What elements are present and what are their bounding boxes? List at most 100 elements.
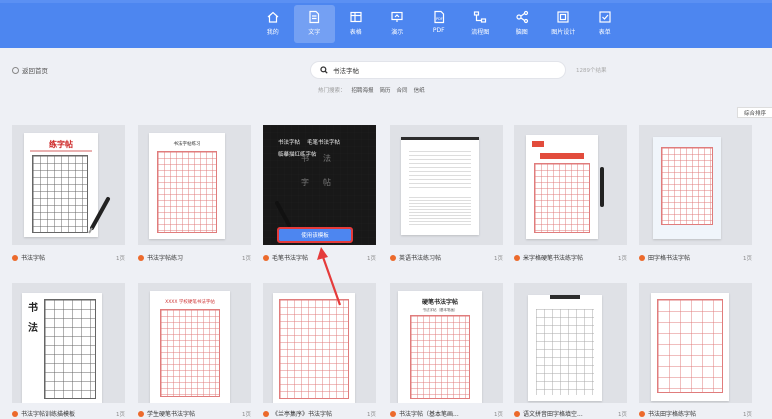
topbar-highlight <box>0 0 772 3</box>
card-caption: 米字格硬笔书法练字帖 1页 <box>514 253 627 262</box>
paper-preview <box>528 295 602 401</box>
tab-label: 我的 <box>266 29 279 36</box>
card-caption: 书法字帖训练描模板 1页 <box>12 409 125 418</box>
hot-keyword[interactable]: 信纸 <box>414 86 425 94</box>
paper-preview: 练字帖 <box>24 133 98 237</box>
template-thumbnail[interactable]: 硬笔书法字帖 书法字帖（基本笔画） <box>390 283 503 403</box>
clip-bar <box>550 295 580 299</box>
card-pages: 1页 <box>242 411 251 418</box>
card-pages: 1页 <box>618 411 627 418</box>
paper-preview: XXXX 学校硬笔书法字帖 <box>150 291 230 403</box>
back-icon <box>12 66 19 74</box>
card-caption: 书法字帖练习 1页 <box>138 253 251 262</box>
tab-mindmap[interactable]: 脑图 <box>501 5 543 43</box>
thumb-divider <box>30 150 92 152</box>
paper-preview <box>651 293 729 401</box>
writing-grid <box>157 151 217 233</box>
thumb-big-2: 法 <box>28 323 38 334</box>
tab-flowchart[interactable]: 流程图 <box>460 5 502 43</box>
thumb-big-3: 字 <box>301 178 309 187</box>
hot-keyword[interactable]: 简历 <box>380 86 391 94</box>
writing-grid <box>534 163 590 233</box>
result-count: 1289个结果 <box>576 68 607 74</box>
card-pages: 1页 <box>367 411 376 418</box>
template-thumbnail[interactable] <box>390 125 503 245</box>
tab-label: 表格 <box>349 29 362 36</box>
template-thumbnail[interactable] <box>514 283 627 403</box>
svg-text:PDF: PDF <box>436 17 443 21</box>
card-caption: 学生硬笔书法字帖 1页 <box>138 409 251 418</box>
card-title: 英语书法练习帖 <box>399 255 442 262</box>
tab-home[interactable]: 我的 <box>252 5 294 43</box>
template-thumbnail[interactable]: 书 法 <box>12 283 125 403</box>
template-thumbnail[interactable] <box>514 125 627 245</box>
card-title: 书法字帖 <box>21 255 46 262</box>
template-thumbnail[interactable]: 书法字帖练习 <box>138 125 251 245</box>
template-thumbnail[interactable] <box>639 283 752 403</box>
card-title: 书法字帖训练描模板 <box>21 411 76 418</box>
search-input[interactable] <box>333 66 533 74</box>
thumb-big-4: 帖 <box>323 178 331 187</box>
doc-type-icon <box>390 410 396 417</box>
mindmap-icon <box>516 10 528 24</box>
template-thumbnail[interactable]: 书法字帖 毛笔书法字帖 临摹描红练字帖 书 法 字 帖 使用该模板 <box>263 125 376 245</box>
paper-preview <box>653 137 721 239</box>
thumb-title: XXXX 学校硬笔书法字帖 <box>165 300 215 305</box>
tab-table[interactable]: 表格 <box>335 5 377 43</box>
card-title: 米字格硬笔书法练字帖 <box>523 255 584 262</box>
thumb-word-2: 毛笔书法字帖 <box>307 140 341 146</box>
card-title: 书法字帖练习 <box>147 255 184 262</box>
tab-label: 文字 <box>308 29 321 36</box>
paper-preview <box>273 293 355 403</box>
tab-presentation[interactable]: 演示 <box>377 5 419 43</box>
card-title: 语文拼音田字格填空... <box>523 411 583 418</box>
template-thumbnail[interactable]: 练字帖 <box>12 125 125 245</box>
card-pages: 1页 <box>743 255 752 262</box>
doc-type-icon <box>138 254 144 261</box>
pdf-icon: PDF <box>434 10 444 24</box>
tab-document[interactable]: 文字 <box>293 5 335 43</box>
card-pages: 1页 <box>116 411 125 418</box>
writing-grid <box>44 299 96 399</box>
tab-image-design[interactable]: 图片设计 <box>543 5 585 43</box>
paper-preview <box>526 135 598 239</box>
home-icon <box>267 11 279 23</box>
clip-bar <box>401 137 479 140</box>
tab-label: 图片设计 <box>551 29 576 36</box>
hot-search-bar: 热门搜索： 招聘海报 简历 合同 信纸 <box>318 86 425 94</box>
template-thumbnail[interactable] <box>263 283 376 403</box>
card-caption: 田字格书法字帖 1页 <box>639 253 752 262</box>
doc-type-icon <box>263 254 269 261</box>
card-caption: 书法字帖（基本笔画... 1页 <box>390 409 503 418</box>
tab-form[interactable]: 表单 <box>584 5 626 43</box>
text-lines <box>409 197 471 227</box>
tab-label: 表单 <box>598 29 611 36</box>
thumb-word-3: 临摹描红练字帖 <box>278 152 317 158</box>
use-template-button[interactable]: 使用该模板 <box>277 227 353 243</box>
tab-label: 演示 <box>391 29 404 36</box>
sort-dropdown[interactable]: 综合排序 <box>737 107 772 118</box>
app-tabs: 我的 文字 表格 演示 PDF PDF 流程图 脑图 图片设计 表单 <box>252 5 626 43</box>
template-thumbnail[interactable] <box>639 125 752 245</box>
template-thumbnail[interactable]: XXXX 学校硬笔书法字帖 <box>138 283 251 403</box>
card-title: 毛笔书法字帖 <box>272 255 309 262</box>
text-lines <box>409 151 471 191</box>
thumb-title: 书法字帖练习 <box>173 142 201 147</box>
card-title: 书法字帖（基本笔画... <box>399 411 459 418</box>
thumb-big-1: 书 <box>28 303 38 314</box>
tab-pdf[interactable]: PDF PDF <box>418 5 460 43</box>
writing-grid <box>32 155 88 233</box>
thumb-big-2: 法 <box>323 154 331 163</box>
back-to-home-link[interactable]: 返回首页 <box>12 65 48 75</box>
search-box[interactable] <box>310 61 566 79</box>
flowchart-icon <box>474 11 487 23</box>
hot-search-label: 热门搜索： <box>318 88 346 94</box>
tab-label: PDF <box>432 27 445 34</box>
hot-keyword[interactable]: 合同 <box>397 86 408 94</box>
card-title: 书法田字格练字帖 <box>648 411 697 418</box>
tab-label: 脑图 <box>515 29 528 36</box>
card-pages: 1页 <box>242 255 251 262</box>
writing-grid <box>279 299 349 399</box>
card-pages: 1页 <box>494 411 503 418</box>
hot-keyword[interactable]: 招聘海报 <box>352 86 374 94</box>
